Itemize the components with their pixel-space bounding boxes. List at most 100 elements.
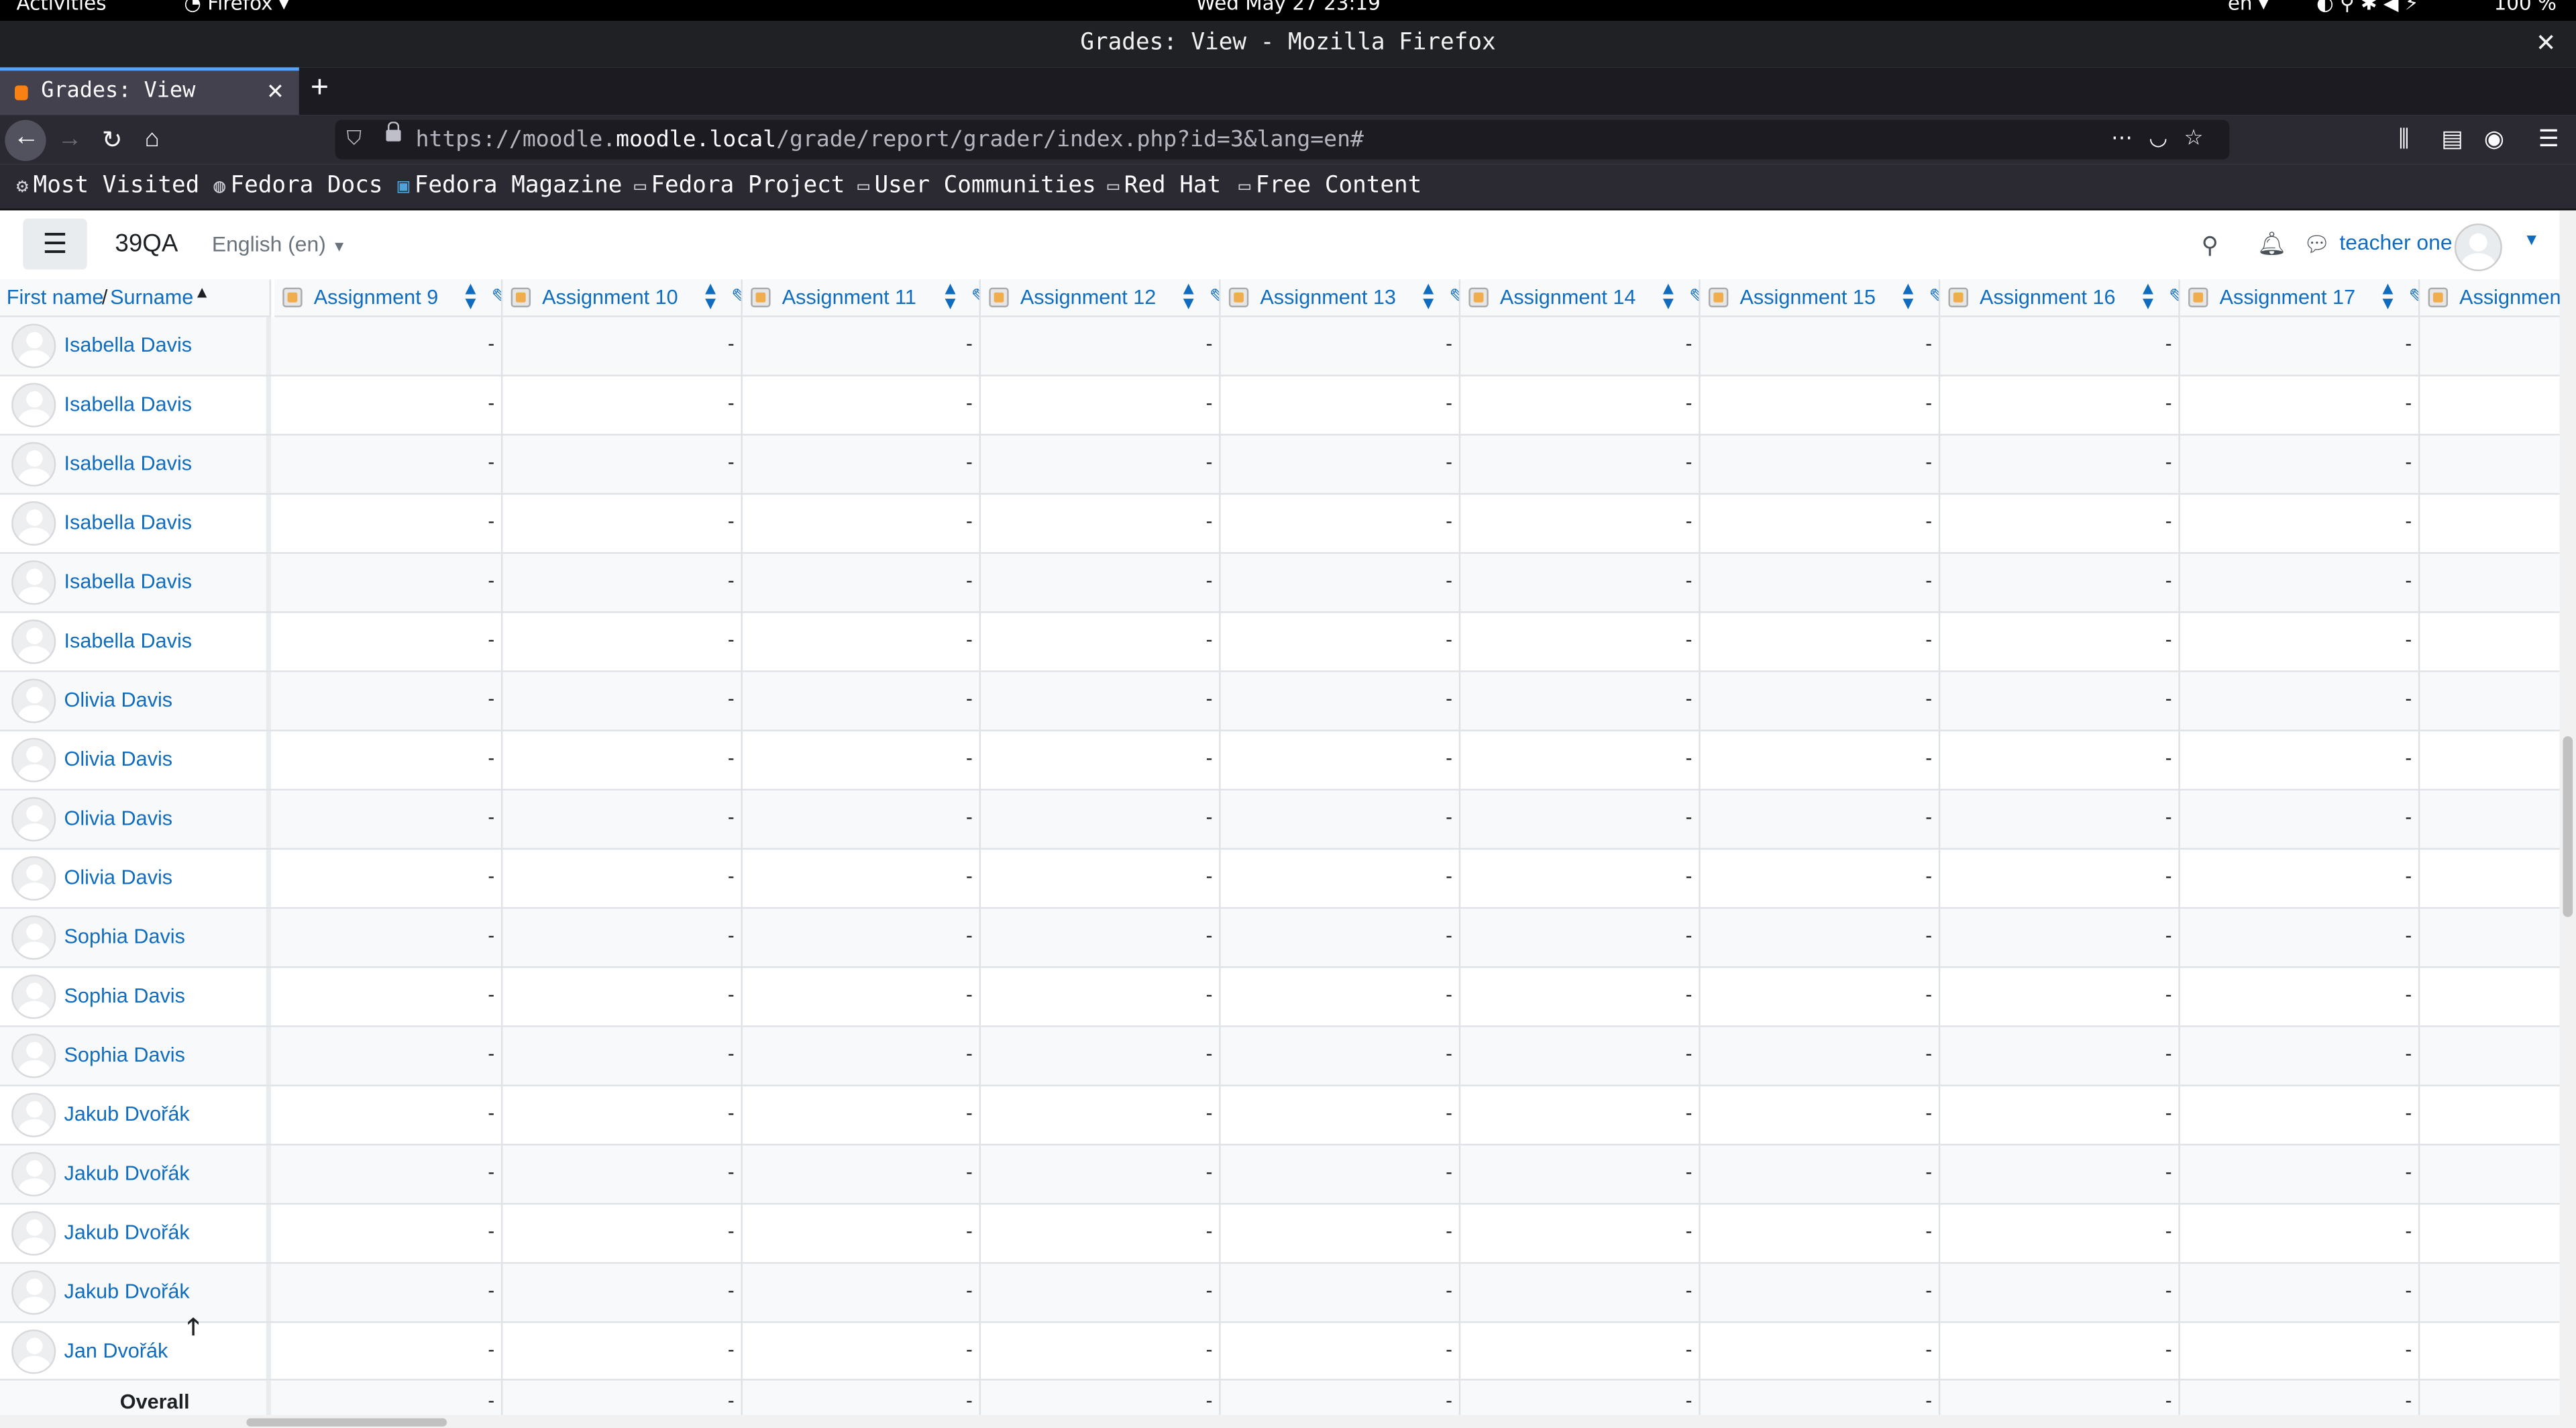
grade-cell[interactable]	[2420, 1086, 2559, 1144]
assignment-link[interactable]: Assignment 10	[542, 286, 678, 309]
bookmark-most-visited[interactable]: ⚙ Most Visited	[16, 172, 199, 199]
grade-cell[interactable]: -	[1221, 968, 1461, 1026]
grade-cell[interactable]: -	[743, 909, 981, 967]
grade-cell[interactable]: -	[1460, 495, 1701, 552]
sort-toggle-icon[interactable]: ▲ ▼	[2379, 280, 2397, 313]
grade-cell[interactable]: -	[1460, 376, 1701, 434]
student-name-link[interactable]: Olivia Davis	[64, 866, 173, 889]
grade-cell[interactable]: -	[1701, 554, 1941, 612]
grade-cell[interactable]: -	[1460, 317, 1701, 375]
grade-cell[interactable]: -	[1940, 672, 2180, 730]
grade-cell[interactable]: -	[1940, 1205, 2180, 1262]
grade-cell[interactable]: -	[1221, 1264, 1461, 1321]
grade-cell[interactable]: -	[981, 731, 1221, 789]
grade-cell[interactable]: -	[743, 613, 981, 671]
grade-cell[interactable]: -	[502, 317, 743, 375]
student-name-link[interactable]: Olivia Davis	[64, 748, 173, 770]
grade-cell[interactable]: -	[1701, 909, 1941, 967]
grade-cell[interactable]: -	[2180, 554, 2420, 612]
sort-toggle-icon[interactable]: ▲ ▼	[1179, 280, 1197, 313]
grade-cell[interactable]: -	[1940, 909, 2180, 967]
grade-cell[interactable]: -	[2180, 317, 2420, 375]
grade-cell[interactable]: -	[1221, 495, 1461, 552]
grade-cell[interactable]: -	[1940, 850, 2180, 907]
vertical-scrollbar[interactable]	[2559, 210, 2576, 1428]
library-icon[interactable]: ⫼	[2399, 125, 2410, 153]
grade-cell[interactable]: -	[743, 435, 981, 493]
grade-cell[interactable]: -	[981, 317, 1221, 375]
grade-cell[interactable]: -	[502, 731, 743, 789]
grade-cell[interactable]: -	[743, 731, 981, 789]
student-name-link[interactable]: Jakub Dvořák	[64, 1221, 190, 1244]
page-actions[interactable]: ⋯◡☆	[2111, 125, 2220, 151]
grade-cell[interactable]: -	[1701, 1264, 1941, 1321]
drawer-toggle-button[interactable]: ☰	[23, 218, 87, 270]
grade-cell[interactable]: -	[981, 1323, 1221, 1381]
grade-cell[interactable]: -	[1940, 790, 2180, 848]
student-name-link[interactable]: Sophia Davis	[64, 1043, 185, 1066]
grade-cell[interactable]: -	[743, 968, 981, 1026]
student-name-link[interactable]: Jakub Dvořák	[64, 1280, 190, 1303]
grade-cell[interactable]: -	[1460, 790, 1701, 848]
grade-cell[interactable]: -	[981, 909, 1221, 967]
sort-toggle-icon[interactable]: ▲ ▼	[1419, 280, 1438, 313]
grade-cell[interactable]: -	[2180, 968, 2420, 1026]
grade-cell[interactable]	[2420, 613, 2559, 670]
grade-cell[interactable]: -	[1221, 613, 1461, 671]
grade-cell[interactable]: -	[1940, 613, 2180, 671]
grade-cell[interactable]	[2420, 495, 2559, 552]
notifications-bell-icon[interactable]: 🔔︎	[2257, 230, 2287, 258]
grade-cell[interactable]: -	[743, 1086, 981, 1144]
grade-cell[interactable]: -	[2180, 731, 2420, 789]
grade-cell[interactable]: -	[1701, 376, 1941, 434]
grade-cell[interactable]: -	[981, 435, 1221, 493]
grade-cell[interactable]: -	[743, 317, 981, 375]
language-menu[interactable]: English (en) ▼	[212, 232, 347, 256]
avatar[interactable]	[11, 1152, 56, 1196]
grade-cell[interactable]: -	[502, 1205, 743, 1262]
grade-cell[interactable]: -	[274, 909, 503, 967]
grade-cell[interactable]: -	[743, 376, 981, 434]
grade-cell[interactable]: -	[1221, 376, 1461, 434]
grade-cell[interactable]: -	[502, 376, 743, 434]
app-menu[interactable]: ◔ Firefox ▾	[184, 0, 288, 15]
grade-cell[interactable]: -	[743, 1264, 981, 1321]
grade-cell[interactable]: -	[1221, 672, 1461, 730]
grade-cell[interactable]: -	[743, 1145, 981, 1203]
edit-pencil-icon[interactable]: ✎	[731, 285, 741, 311]
grade-cell[interactable]: -	[1940, 495, 2180, 552]
grade-cell[interactable]: -	[1221, 790, 1461, 848]
grade-cell[interactable]: -	[743, 1323, 981, 1381]
grade-cell[interactable]: -	[502, 1027, 743, 1085]
grade-cell[interactable]: -	[1460, 435, 1701, 493]
grade-cell[interactable]: -	[1940, 1027, 2180, 1085]
grade-cell[interactable]: -	[1460, 1205, 1701, 1262]
url-text[interactable]: https://moodle.moodle.local/grade/report…	[416, 127, 1364, 153]
site-brand[interactable]: 39QA	[115, 230, 178, 258]
grade-cell[interactable]: -	[2180, 909, 2420, 967]
grade-cell[interactable]	[2420, 909, 2559, 966]
avatar[interactable]	[11, 1211, 56, 1256]
avatar[interactable]	[11, 442, 56, 487]
pocket-icon[interactable]: ◡	[2149, 125, 2184, 150]
grade-cell[interactable]: -	[274, 1323, 503, 1381]
grade-cell[interactable]: -	[1701, 1086, 1941, 1144]
grade-cell[interactable]: -	[743, 1027, 981, 1085]
grade-cell[interactable]: -	[2180, 1264, 2420, 1321]
grade-cell[interactable]: -	[981, 672, 1221, 730]
messages-icon[interactable]: 💬︎	[2303, 232, 2330, 258]
grade-cell[interactable]: -	[743, 1205, 981, 1262]
sidebar-icon[interactable]: ▤	[2441, 125, 2463, 153]
user-menu-caret-icon[interactable]: ▼	[2524, 232, 2540, 250]
grade-cell[interactable]: -	[1701, 1323, 1941, 1381]
home-icon[interactable]: ⌂	[145, 125, 160, 153]
avatar[interactable]	[11, 619, 56, 664]
grade-cell[interactable]: -	[981, 376, 1221, 434]
grade-cell[interactable]: -	[1460, 968, 1701, 1026]
grade-cell[interactable]	[2420, 554, 2559, 611]
grade-cell[interactable]: -	[1940, 968, 2180, 1026]
bookmark-user-communities[interactable]: ▭ User Communities	[857, 172, 1095, 199]
grade-cell[interactable]: -	[743, 554, 981, 612]
grade-cell[interactable]: -	[502, 968, 743, 1026]
grade-cell[interactable]: -	[502, 1086, 743, 1144]
